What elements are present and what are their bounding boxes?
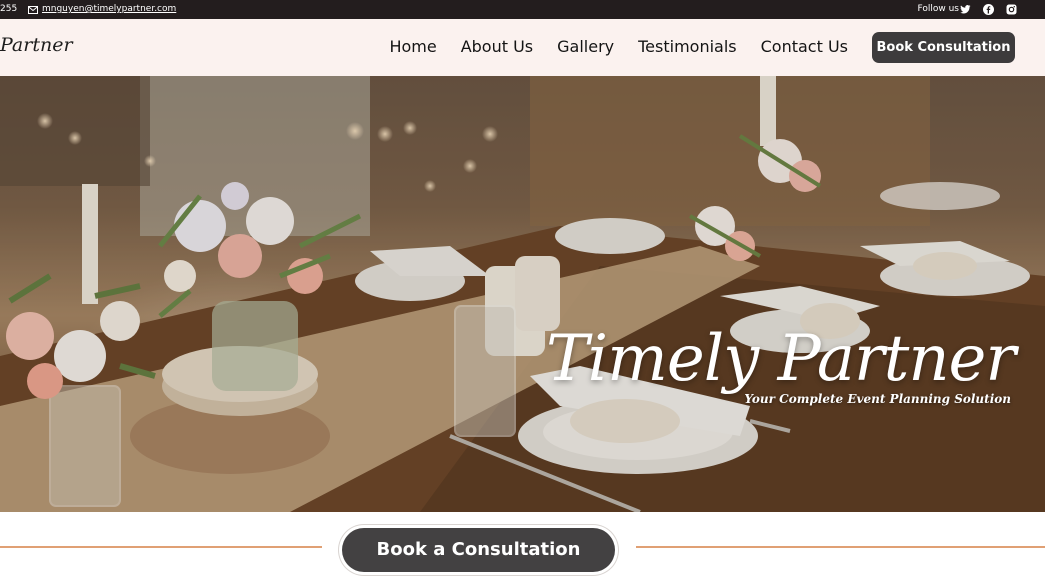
nav-item-about-us[interactable]: About Us xyxy=(461,37,533,56)
email-link[interactable]: mnguyen@timelypartner.com xyxy=(28,0,176,19)
nav-item-contact-us[interactable]: Contact Us xyxy=(761,37,848,56)
hero-title: Timely Partner xyxy=(545,322,1016,396)
nav-item-testimonials[interactable]: Testimonials xyxy=(638,37,737,56)
instagram-icon[interactable] xyxy=(1006,4,1017,15)
twitter-icon[interactable] xyxy=(960,4,971,15)
phone-number[interactable]: 255 xyxy=(0,0,17,19)
hero-banner: Timely Partner Your Complete Event Plann… xyxy=(0,76,1045,512)
nav-item-home[interactable]: Home xyxy=(389,37,436,56)
follow-us-label: Follow us xyxy=(917,4,959,14)
social-links xyxy=(960,4,1017,15)
nav-menu: Home About Us Gallery Testimonials Conta… xyxy=(389,37,848,56)
cta-divider-right xyxy=(636,546,1045,548)
hero-subtitle: Your Complete Event Planning Solution xyxy=(744,392,1011,406)
nav-item-gallery[interactable]: Gallery xyxy=(557,37,614,56)
book-consultation-button[interactable]: Book Consultation xyxy=(872,32,1015,63)
main-nav: Partner Home About Us Gallery Testimonia… xyxy=(0,19,1045,76)
facebook-icon[interactable] xyxy=(983,4,994,15)
mail-icon xyxy=(28,5,38,14)
book-a-consultation-button[interactable]: Book a Consultation xyxy=(342,528,615,572)
top-bar: 255 mnguyen@timelypartner.com Follow us xyxy=(0,0,1045,19)
hero-image xyxy=(0,76,1045,512)
site-logo[interactable]: Partner xyxy=(0,34,73,56)
cta-divider-left xyxy=(0,546,322,548)
email-text: mnguyen@timelypartner.com xyxy=(42,4,177,14)
